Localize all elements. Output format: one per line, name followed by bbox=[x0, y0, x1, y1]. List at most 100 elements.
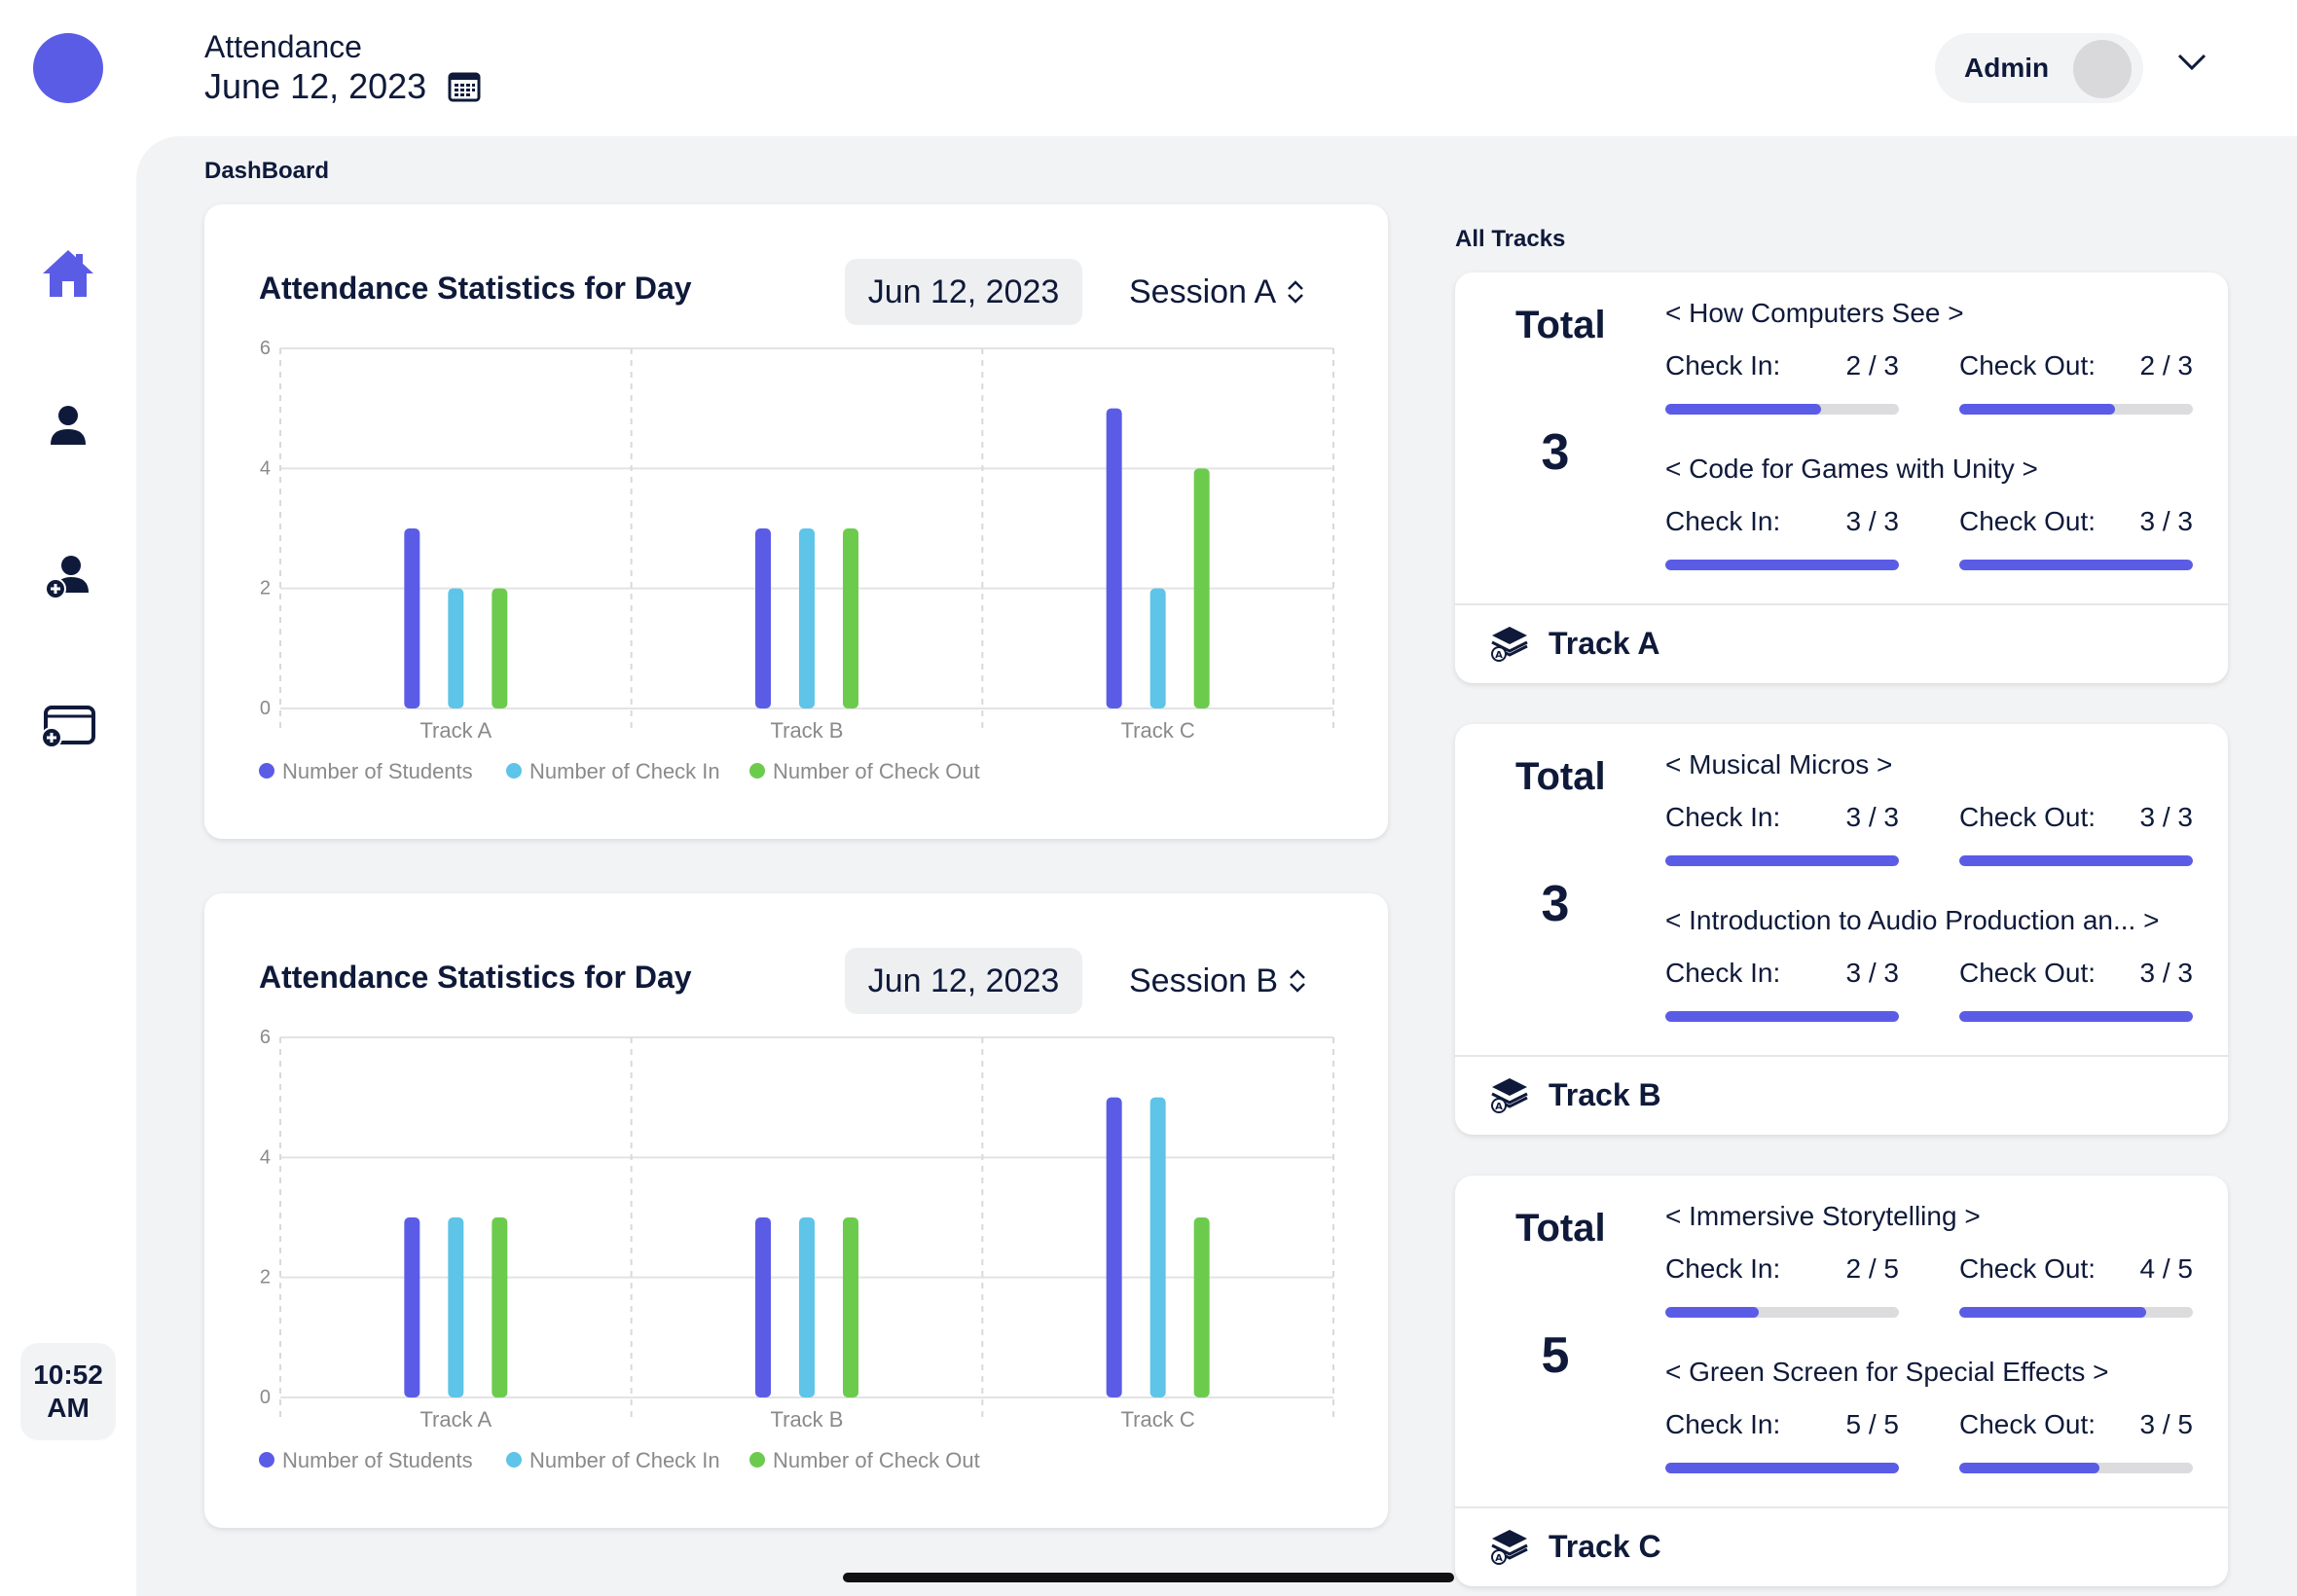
bar-chart-session-b: 0 2 4 6 Track A Track B Track C Number of Stude… bbox=[259, 1027, 1334, 1472]
check-out-value: 3 / 3 bbox=[2139, 958, 2193, 988]
bar-number-of-check-out bbox=[492, 1217, 508, 1397]
total-label: Total bbox=[1515, 304, 1606, 346]
home-icon[interactable] bbox=[34, 239, 102, 308]
check-out-label: Check Out: bbox=[1959, 1409, 2096, 1439]
svg-text:A: A bbox=[1495, 1102, 1503, 1112]
total-label: Total bbox=[1515, 755, 1606, 798]
check-out-label: Check Out: bbox=[1959, 1253, 2096, 1284]
total-count: 3 bbox=[1541, 876, 1570, 932]
bar-number-of-check-in bbox=[1149, 588, 1166, 708]
course-title[interactable]: < Code for Games with Unity > bbox=[1665, 453, 2038, 485]
person-icon[interactable] bbox=[34, 391, 102, 459]
bar-number-of-check-out bbox=[1193, 1217, 1210, 1397]
bar-number-of-check-in bbox=[448, 1217, 464, 1397]
chevron-down-icon[interactable] bbox=[2176, 53, 2207, 72]
check-out-label: Check Out: bbox=[1959, 506, 2096, 536]
legend-label: Number of Check In bbox=[529, 759, 720, 783]
track-name: Track C bbox=[1549, 1528, 1661, 1564]
check-out-progress-fill bbox=[1959, 404, 2116, 415]
bar-number-of-students bbox=[404, 528, 420, 708]
total-count: 5 bbox=[1541, 1327, 1570, 1384]
check-in-progress-fill bbox=[1665, 560, 1899, 570]
track-card[interactable]: Total 3 < How Computers See > Check In: 2 … bbox=[1455, 272, 2228, 683]
svg-text:A: A bbox=[1495, 650, 1503, 661]
check-in-progress-fill bbox=[1665, 1011, 1899, 1022]
divider bbox=[1455, 1506, 2228, 1508]
avatar bbox=[2073, 40, 2132, 98]
home-indicator[interactable] bbox=[843, 1573, 1454, 1582]
total-label: Total bbox=[1515, 1207, 1606, 1250]
legend-label: Number of Check Out bbox=[773, 759, 980, 783]
bar-number-of-students bbox=[1106, 1097, 1122, 1397]
page-date-text: June 12, 2023 bbox=[204, 66, 427, 106]
y-tick-label: 2 bbox=[260, 578, 271, 599]
check-out-progress-fill bbox=[1959, 855, 2193, 866]
course-title[interactable]: < Musical Micros > bbox=[1665, 749, 1892, 780]
bar-number-of-students bbox=[1106, 408, 1122, 708]
track-footer[interactable]: A Track A bbox=[1490, 625, 1659, 662]
x-tick-label: Track C bbox=[1121, 718, 1195, 743]
legend-label: Number of Check In bbox=[529, 1448, 720, 1472]
app-root: 10:52 AM Attendance June 12, 2023 Admin … bbox=[0, 0, 2297, 1596]
x-tick-label: Track C bbox=[1121, 1407, 1195, 1432]
check-out-value: 3 / 5 bbox=[2139, 1409, 2193, 1439]
check-out-value: 4 / 5 bbox=[2139, 1253, 2193, 1284]
calendar-icon[interactable] bbox=[448, 71, 481, 102]
check-in-value: 3 / 3 bbox=[1845, 958, 1899, 988]
bar-number-of-students bbox=[755, 1217, 771, 1397]
course-title[interactable]: < Immersive Storytelling > bbox=[1665, 1201, 1981, 1232]
legend-label: Number of Students bbox=[282, 759, 473, 783]
bar-number-of-check-in bbox=[1149, 1097, 1166, 1397]
add-window-icon[interactable] bbox=[34, 693, 102, 761]
legend-dot bbox=[259, 1452, 274, 1468]
app-logo[interactable] bbox=[33, 33, 103, 103]
clock-time: 10:52 bbox=[33, 1360, 103, 1390]
check-out-label: Check Out: bbox=[1959, 802, 2096, 832]
track-footer[interactable]: A Track C bbox=[1490, 1528, 1661, 1565]
check-in-progress-fill bbox=[1665, 1307, 1759, 1318]
check-out-progress-fill bbox=[1959, 1011, 2193, 1022]
check-out-label: Check Out: bbox=[1959, 350, 2096, 381]
check-in-progress bbox=[1665, 855, 1899, 866]
bar-number-of-check-in bbox=[799, 528, 815, 708]
check-out-progress bbox=[1959, 1011, 2193, 1022]
page-date: June 12, 2023 bbox=[204, 66, 481, 107]
check-in-progress-fill bbox=[1665, 1463, 1899, 1473]
check-out-label: Check Out: bbox=[1959, 958, 2096, 988]
chart-card-session-a: Attendance Statistics for Day Jun 12, 20… bbox=[204, 204, 1388, 839]
y-tick-label: 4 bbox=[260, 1146, 271, 1168]
total-count: 3 bbox=[1541, 424, 1570, 481]
layers-icon: A bbox=[1491, 1078, 1528, 1113]
check-in-value: 2 / 5 bbox=[1845, 1253, 1899, 1284]
x-tick-label: Track B bbox=[771, 718, 844, 743]
bar-number-of-check-out bbox=[843, 528, 858, 708]
check-in-progress bbox=[1665, 1011, 1899, 1022]
check-in-progress bbox=[1665, 1307, 1899, 1318]
check-out-value: 3 / 3 bbox=[2139, 802, 2193, 832]
user-menu[interactable]: Admin bbox=[1935, 33, 2143, 103]
track-footer[interactable]: A Track B bbox=[1490, 1076, 1661, 1113]
svg-text:A: A bbox=[1495, 1553, 1503, 1564]
chart-card-session-b: Attendance Statistics for Day Jun 12, 20… bbox=[204, 893, 1388, 1528]
course-title[interactable]: < Green Screen for Special Effects > bbox=[1665, 1357, 2109, 1388]
check-in-progress-fill bbox=[1665, 404, 1822, 415]
add-person-icon[interactable] bbox=[34, 543, 102, 611]
check-out-progress bbox=[1959, 1463, 2193, 1473]
bar-number-of-check-out bbox=[1193, 468, 1210, 708]
y-tick-label: 4 bbox=[260, 457, 271, 479]
check-out-progress bbox=[1959, 404, 2193, 415]
bar-chart-session-a: 0 2 4 6 Track A Track B Track C Number of Stude… bbox=[259, 338, 1334, 783]
track-card[interactable]: Total 5 < Immersive Storytelling > Check I… bbox=[1455, 1176, 2228, 1586]
y-tick-label: 2 bbox=[260, 1267, 271, 1288]
legend-label: Number of Students bbox=[282, 1448, 473, 1472]
legend-label: Number of Check Out bbox=[773, 1448, 980, 1472]
check-in-value: 2 / 3 bbox=[1845, 350, 1899, 381]
bar-number-of-students bbox=[404, 1217, 420, 1397]
track-card[interactable]: Total 3 < Musical Micros > Check In: 3 / 3… bbox=[1455, 724, 2228, 1135]
clock-badge: 10:52 AM bbox=[20, 1343, 116, 1440]
divider bbox=[1455, 1055, 2228, 1057]
check-in-label: Check In: bbox=[1665, 802, 1781, 832]
course-title[interactable]: < How Computers See > bbox=[1665, 298, 1964, 329]
legend-dot bbox=[749, 763, 765, 779]
course-title[interactable]: < Introduction to Audio Production an...… bbox=[1665, 905, 2159, 936]
